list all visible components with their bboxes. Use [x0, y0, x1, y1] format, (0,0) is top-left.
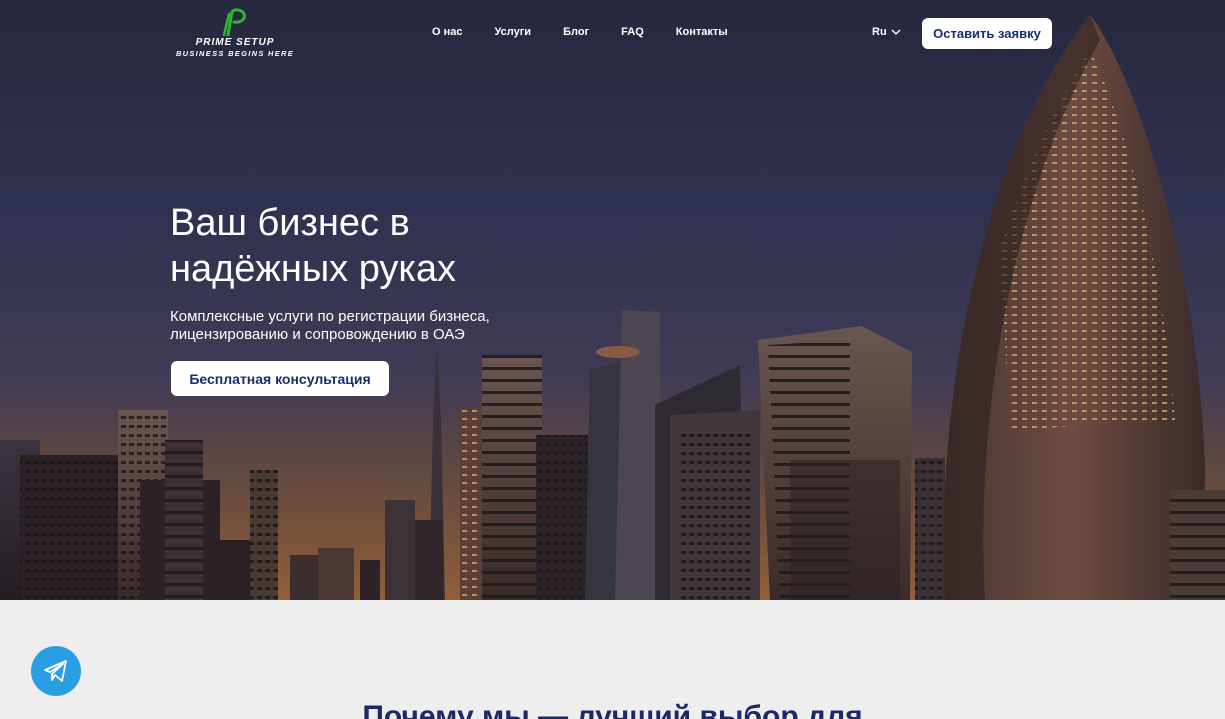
chevron-down-icon [891, 29, 901, 35]
nav-item-blog[interactable]: Блог [563, 26, 589, 38]
nav-item-contacts[interactable]: Контакты [676, 26, 728, 38]
hero-subtitle: Комплексные услуги по регистрации бизнес… [170, 308, 490, 343]
why-us-section-title: Почему мы — лучший выбор для [362, 700, 863, 719]
hero-title: Ваш бизнес в надёжных руках [170, 202, 457, 290]
logo-tagline: BUSINESS BEGINS HERE [175, 49, 295, 58]
telegram-button[interactable] [31, 646, 81, 696]
leave-request-button[interactable]: Оставить заявку [922, 18, 1052, 49]
site-logo[interactable]: PRIME SETUP BUSINESS BEGINS HERE [170, 8, 300, 60]
prime-setup-p-logo-icon [222, 8, 246, 36]
telegram-icon [44, 660, 67, 682]
nav-item-faq[interactable]: FAQ [621, 26, 644, 38]
hero-section: PRIME SETUP BUSINESS BEGINS HERE О нас У… [0, 0, 1225, 600]
nav-item-services[interactable]: Услуги [495, 26, 532, 38]
language-label: Ru [872, 26, 887, 38]
nav-item-about[interactable]: О нас [432, 26, 463, 38]
free-consultation-button[interactable]: Бесплатная консультация [171, 361, 389, 396]
language-selector[interactable]: Ru [872, 26, 901, 38]
logo-brand-text: PRIME SETUP [195, 37, 275, 48]
main-nav: О нас Услуги Блог FAQ Контакты [432, 26, 728, 38]
hero-skyline-image [0, 15, 1225, 600]
